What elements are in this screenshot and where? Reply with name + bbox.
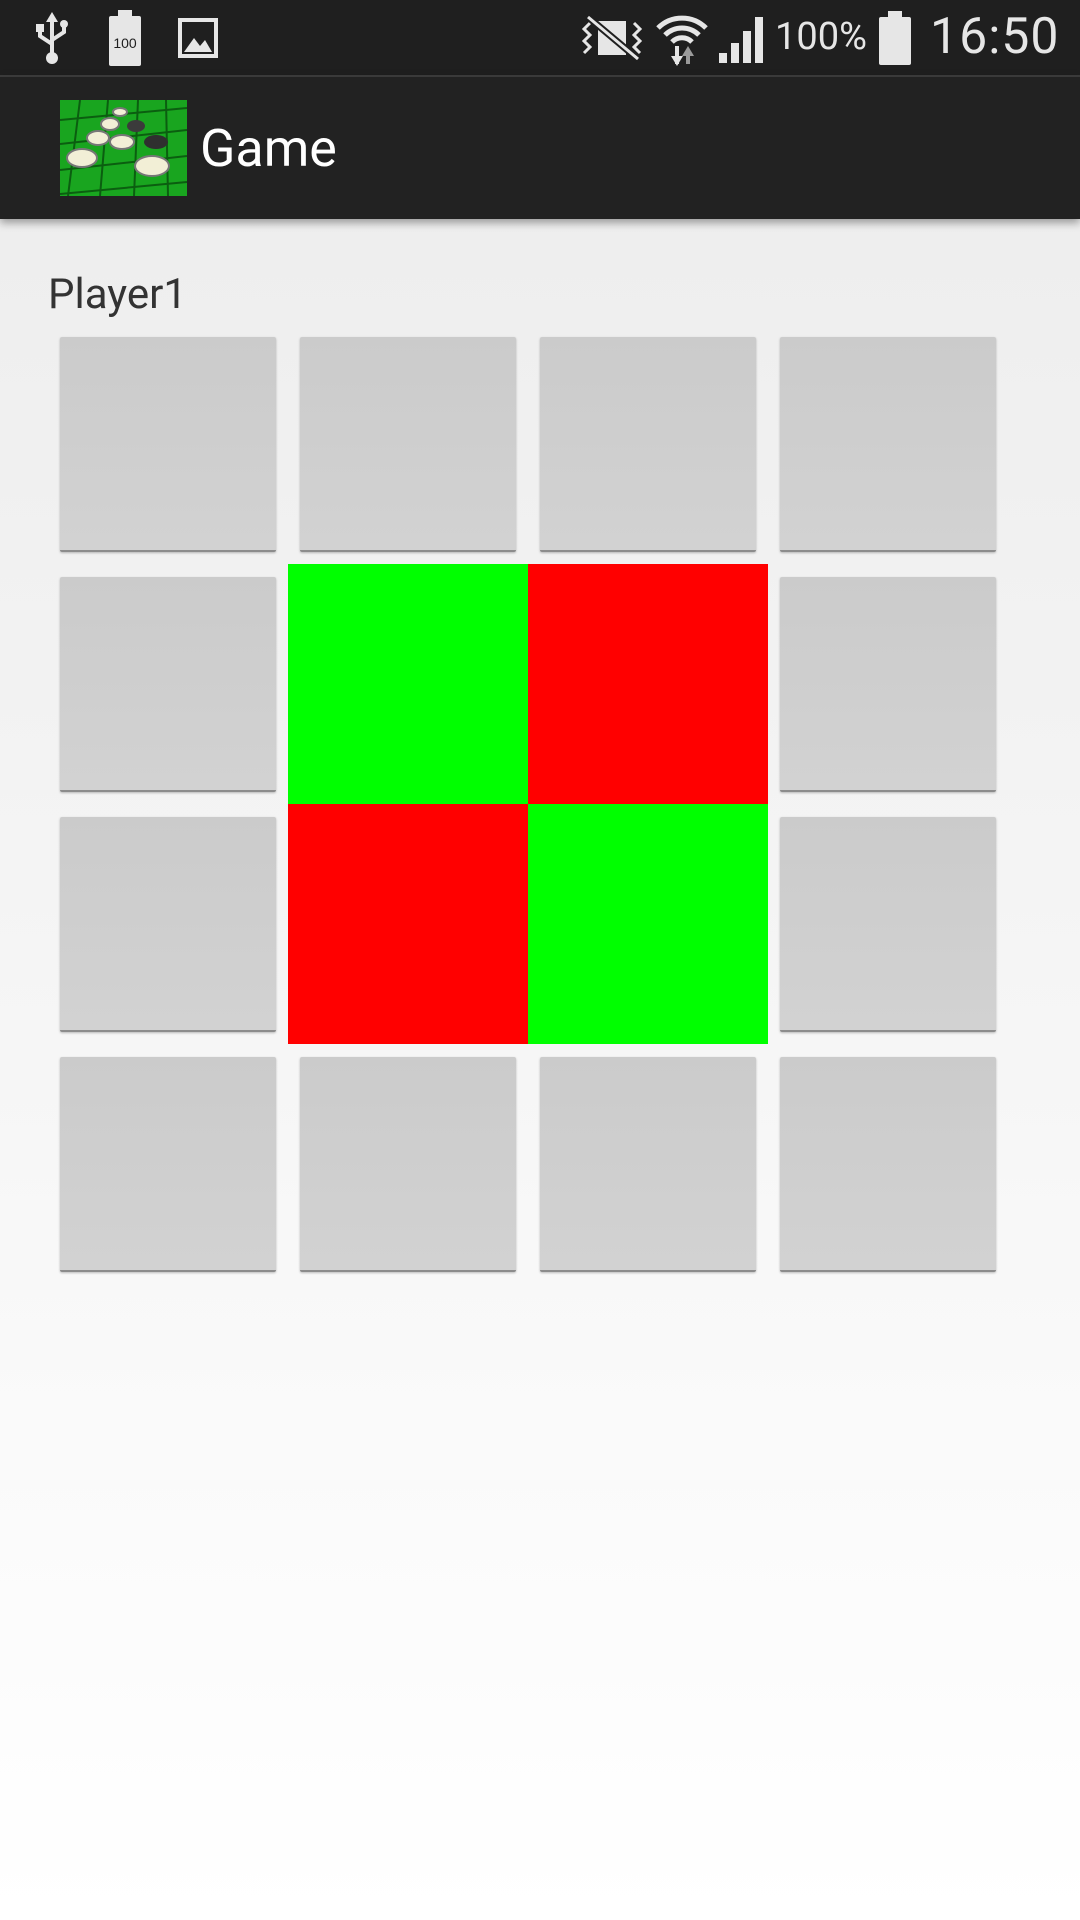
board-cell-r4-c1[interactable] xyxy=(60,1056,276,1272)
board-cell-r4-c4[interactable] xyxy=(780,1056,996,1272)
board-cell-r3-c1[interactable] xyxy=(60,816,276,1032)
board-cell-r4-c2[interactable] xyxy=(300,1056,516,1272)
board-cell-r2-c2[interactable] xyxy=(288,564,528,804)
board-cell-r3-c3[interactable] xyxy=(528,804,768,1044)
board-cell-r1-c3[interactable] xyxy=(540,336,756,552)
board-cell-r2-c1[interactable] xyxy=(60,576,276,792)
board-cell-r1-c1[interactable] xyxy=(60,336,276,552)
battery-saver-label: 100 xyxy=(113,35,137,51)
clock: 16:50 xyxy=(930,8,1060,66)
othello-board-icon[interactable] xyxy=(60,100,187,196)
board-cell-r2-c4[interactable] xyxy=(780,576,996,792)
board-cell-r1-c2[interactable] xyxy=(300,336,516,552)
board-cell-r4-c3[interactable] xyxy=(540,1056,756,1272)
signal-icon xyxy=(716,0,770,75)
board-cell-r1-c4[interactable] xyxy=(780,336,996,552)
wifi-icon xyxy=(654,0,710,75)
vibrate-silent-icon xyxy=(576,0,648,75)
battery-percent: 100% xyxy=(775,15,867,59)
app-title: Game xyxy=(200,118,337,179)
gallery-icon xyxy=(176,0,220,75)
player-label: Player1 xyxy=(48,270,187,319)
board-cell-r3-c2[interactable] xyxy=(288,804,528,1044)
status-bar: 100 100% 16:50 xyxy=(0,0,1080,75)
action-bar: Game xyxy=(0,75,1080,219)
usb-icon xyxy=(32,0,72,75)
board-cell-r2-c3[interactable] xyxy=(528,564,768,804)
battery-icon xyxy=(874,0,916,75)
board-cell-r3-c4[interactable] xyxy=(780,816,996,1032)
battery-saver-icon: 100 xyxy=(104,0,146,75)
